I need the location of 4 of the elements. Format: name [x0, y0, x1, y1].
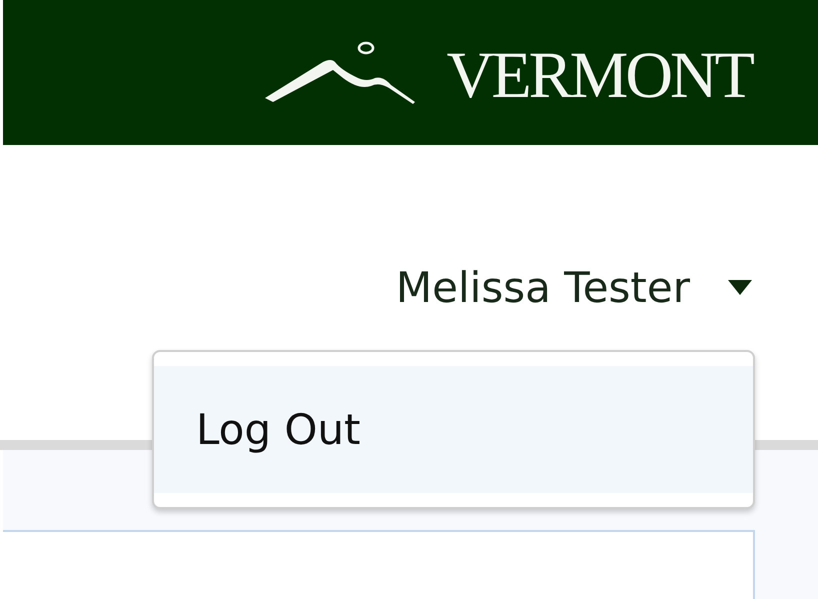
user-menu-button[interactable]: Melissa Tester	[396, 263, 752, 312]
menu-item[interactable]: Log Out	[154, 366, 753, 493]
logo-text: VERMONT	[446, 42, 752, 108]
caret-icon	[728, 280, 752, 295]
